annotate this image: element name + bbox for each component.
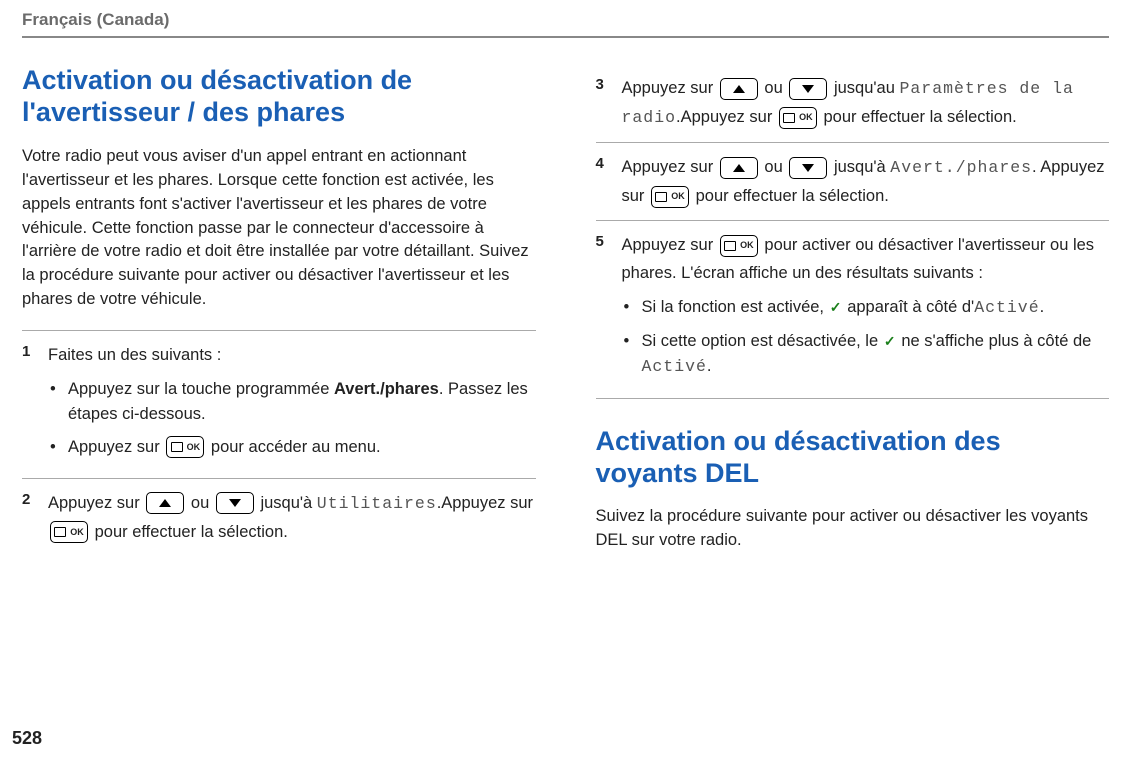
text: pour effectuer la sélection.: [824, 108, 1017, 126]
list-item: • Si cette option est désactivée, le ne …: [622, 329, 1110, 380]
step1-lead: Faites un des suivants :: [48, 341, 536, 369]
step-number: 3: [596, 74, 622, 132]
mono-label: Activé: [974, 298, 1039, 317]
text: pour accéder au menu.: [211, 438, 381, 456]
step-body: Faites un des suivants : • Appuyez sur l…: [48, 341, 536, 467]
mono-label: Activé: [642, 357, 707, 376]
bullet-icon: •: [622, 295, 642, 320]
step-5: 5 Appuyez sur OK pour activer ou désacti…: [596, 220, 1110, 398]
bold-label: Avert./phares: [334, 380, 439, 398]
ok-button-icon: OK: [779, 107, 817, 129]
ok-button-icon: OK: [50, 521, 88, 543]
text: jusqu'au: [834, 79, 900, 97]
language-header: Français (Canada): [22, 10, 1109, 38]
intro-paragraph: Votre radio peut vous aviser d'un appel …: [22, 145, 536, 312]
text: ou: [191, 494, 214, 512]
section-title-led: Activation ou désactivation des voyants …: [596, 425, 1110, 490]
text: ou: [764, 158, 787, 176]
list-item: • Si la fonction est activée, apparaît à…: [622, 295, 1110, 321]
step-2: 2 Appuyez sur ou jusqu'à Utilitaires.App…: [22, 478, 536, 556]
text: .Appuyez sur: [437, 494, 533, 512]
text: jusqu'à: [834, 158, 890, 176]
ok-button-icon: OK: [720, 235, 758, 257]
left-column: Activation ou désactivation de l'avertis…: [22, 64, 536, 571]
text: Appuyez sur: [48, 494, 144, 512]
bullet-content: Si la fonction est activée, apparaît à c…: [642, 295, 1110, 321]
step-4: 4 Appuyez sur ou jusqu'à Avert./phares. …: [596, 142, 1110, 220]
ok-button-icon: OK: [166, 436, 204, 458]
intro-paragraph-led: Suivez la procédure suivante pour active…: [596, 505, 1110, 553]
up-arrow-button-icon: [720, 78, 758, 100]
step-number: 1: [22, 341, 48, 467]
down-arrow-button-icon: [216, 492, 254, 514]
bullet-content: Si cette option est désactivée, le ne s'…: [642, 329, 1110, 380]
up-arrow-button-icon: [720, 157, 758, 179]
text: Appuyez sur: [622, 236, 718, 254]
ok-button-icon: OK: [651, 186, 689, 208]
bullet-icon: •: [48, 435, 68, 460]
section-title-horn-lights: Activation ou désactivation de l'avertis…: [22, 64, 536, 129]
list-item: • Appuyez sur la touche programmée Avert…: [48, 377, 536, 427]
text: jusqu'à: [260, 494, 316, 512]
bullet-content: Appuyez sur OK pour accéder au menu.: [68, 435, 536, 460]
bullet-content: Appuyez sur la touche programmée Avert./…: [68, 377, 536, 427]
text: Appuyez sur: [622, 158, 718, 176]
step-body: Appuyez sur ou jusqu'à Avert./phares. Ap…: [622, 153, 1110, 210]
check-icon: [883, 335, 897, 349]
right-column: 3 Appuyez sur ou jusqu'au Paramètres de …: [596, 64, 1110, 571]
text: pour effectuer la sélection.: [95, 523, 288, 541]
text: pour effectuer la sélection.: [696, 187, 889, 205]
list-item: • Appuyez sur OK pour accéder au menu.: [48, 435, 536, 460]
step-number: 2: [22, 489, 48, 546]
step-body: Appuyez sur OK pour activer ou désactive…: [622, 231, 1110, 387]
text: Appuyez sur la touche programmée: [68, 380, 334, 398]
text: ne s'affiche plus à côté de: [901, 332, 1091, 350]
up-arrow-button-icon: [146, 492, 184, 514]
step-number: 4: [596, 153, 622, 210]
text: Si la fonction est activée,: [642, 298, 829, 316]
step-body: Appuyez sur ou jusqu'à Utilitaires.Appuy…: [48, 489, 536, 546]
down-arrow-button-icon: [789, 157, 827, 179]
text: Appuyez sur: [68, 438, 164, 456]
text: Appuyez sur: [622, 79, 718, 97]
mono-label: Avert./phares: [890, 158, 1032, 177]
bullet-icon: •: [622, 329, 642, 354]
text: .: [707, 357, 712, 375]
bullet-icon: •: [48, 377, 68, 402]
step-1: 1 Faites un des suivants : • Appuyez sur…: [22, 330, 536, 477]
step-number: 5: [596, 231, 622, 387]
text: Si cette option est désactivée, le: [642, 332, 883, 350]
step-3: 3 Appuyez sur ou jusqu'au Paramètres de …: [596, 64, 1110, 142]
step-body: Appuyez sur ou jusqu'au Paramètres de la…: [622, 74, 1110, 132]
step5-bullets: • Si la fonction est activée, apparaît à…: [622, 295, 1110, 379]
step5-lead: Appuyez sur OK pour activer ou désactive…: [622, 231, 1110, 287]
check-icon: [829, 301, 843, 315]
text: ou: [764, 79, 787, 97]
down-arrow-button-icon: [789, 78, 827, 100]
text: .Appuyez sur: [676, 108, 777, 126]
text: apparaît à côté d': [847, 298, 974, 316]
text: .: [1040, 298, 1045, 316]
mono-label: Utilitaires: [317, 494, 437, 513]
step1-bullets: • Appuyez sur la touche programmée Avert…: [48, 377, 536, 459]
page-number: 528: [12, 728, 42, 749]
content-columns: Activation ou désactivation de l'avertis…: [22, 64, 1109, 571]
